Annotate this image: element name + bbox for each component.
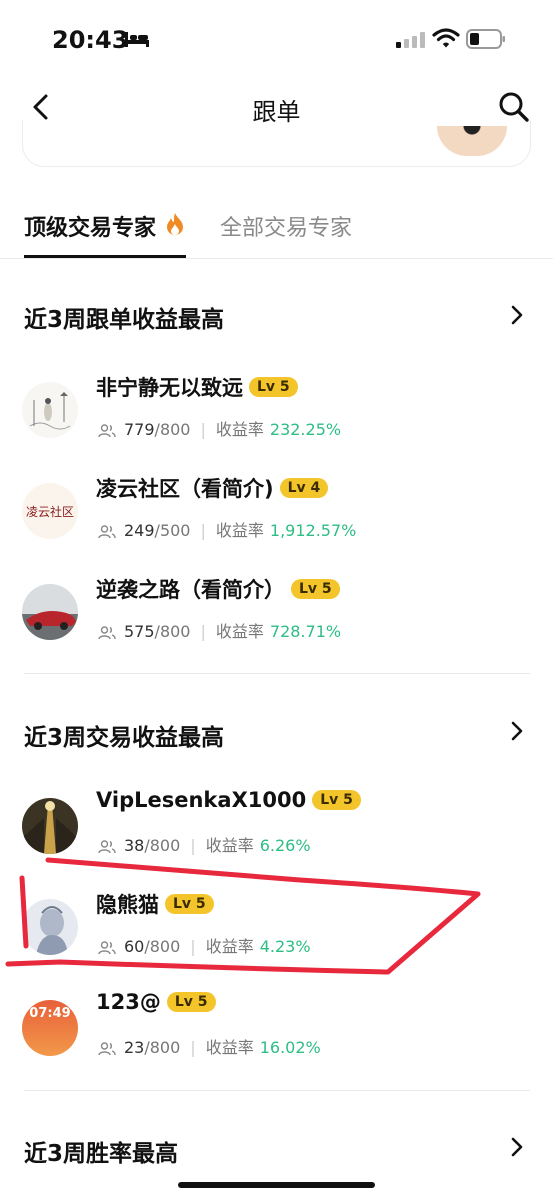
followers-icon: [98, 524, 116, 538]
trader-name: 凌云社区（看简介): [96, 477, 274, 501]
trader-stats: 38/800 | 收益率 6.26%: [98, 832, 311, 856]
section-title-win-rate[interactable]: 近3周胜率最高: [24, 1134, 178, 1168]
trader-stats: 23/800 | 收益率 16.02%: [98, 1034, 321, 1058]
level-badge: Lv 5: [166, 992, 216, 1012]
level-badge: Lv 5: [249, 377, 298, 397]
tab-all-experts[interactable]: 全部交易专家: [220, 210, 352, 242]
level-badge: Lv 5: [291, 579, 340, 599]
wifi-icon: [432, 28, 460, 48]
avatar: [22, 899, 78, 955]
return-rate: 232.25%: [269, 420, 342, 439]
avatar: [22, 584, 78, 640]
avatar: [22, 798, 78, 854]
return-rate: 728.71%: [269, 622, 342, 641]
return-rate: 16.02%: [259, 1038, 321, 1057]
section-divider: [24, 673, 530, 674]
trader-name: VipLesenkaX1000: [96, 788, 307, 812]
active-tab-indicator: [24, 255, 186, 258]
list-item[interactable]: 隐熊猫 Lv 5 60/800 | 收益率 4.23%: [0, 885, 553, 975]
chevron-right-icon[interactable]: [509, 1136, 525, 1158]
tab-top-experts[interactable]: 顶级交易专家: [24, 210, 156, 242]
trader-name: 123@: [96, 990, 161, 1014]
list-item[interactable]: VipLesenkaX1000 Lv 5 38/800 | 收益率 6.26%: [0, 784, 553, 874]
list-item[interactable]: 非宁静无以致远 Lv 5 779/800 | 收益率 232.25%: [0, 368, 553, 458]
trader-name: 隐熊猫: [96, 893, 159, 917]
expert-tabs: 顶级交易专家 全部交易专家: [0, 200, 553, 259]
avatar: 凌云社区: [22, 483, 78, 539]
list-item[interactable]: 凌云社区 凌云社区（看简介) Lv 4 249/500 | 收益率 1,912.57%: [0, 469, 553, 559]
sleep-focus-icon: [125, 32, 149, 47]
search-icon[interactable]: [497, 90, 531, 124]
return-rate: 6.26%: [259, 836, 311, 855]
status-bar: 20:43: [0, 0, 553, 80]
nav-header: 跟单: [0, 80, 553, 138]
section-title-copy-returns[interactable]: 近3周跟单收益最高: [24, 300, 224, 334]
trader-stats: 249/500 | 收益率 1,912.57%: [98, 517, 356, 541]
trader-name: 逆袭之路（看简介）: [96, 578, 285, 602]
trader-stats: 779/800 | 收益率 232.25%: [98, 416, 341, 440]
home-indicator[interactable]: [178, 1182, 375, 1188]
status-time: 20:43: [52, 26, 129, 54]
trader-name: 非宁静无以致远: [96, 376, 243, 400]
level-badge: Lv 5: [312, 790, 361, 810]
section-title-trading-returns[interactable]: 近3周交易收益最高: [24, 718, 224, 752]
level-badge: Lv 4: [279, 478, 329, 498]
avatar: [22, 382, 78, 438]
section-divider: [24, 1090, 530, 1091]
trader-stats: 60/800 | 收益率 4.23%: [98, 933, 311, 957]
list-item[interactable]: 07:49 123@ Lv 5 23/800 | 收益率 16.02%: [0, 986, 553, 1076]
avatar: 07:49: [22, 1000, 78, 1056]
cellular-signal-icon: [396, 32, 425, 48]
level-badge: Lv 5: [165, 894, 214, 914]
battery-icon: [466, 29, 505, 49]
followers-icon: [98, 839, 116, 853]
chevron-right-icon[interactable]: [509, 304, 525, 326]
trader-stats: 575/800 | 收益率 728.71%: [98, 618, 341, 642]
fire-icon: [167, 213, 183, 235]
return-rate: 4.23%: [259, 937, 311, 956]
followers-icon: [98, 940, 116, 954]
list-item[interactable]: 逆袭之路（看简介） Lv 5 575/800 | 收益率 728.71%: [0, 570, 553, 660]
followers-icon: [98, 1041, 116, 1055]
followers-icon: [98, 423, 116, 437]
chevron-right-icon[interactable]: [509, 720, 525, 742]
followers-icon: [98, 625, 116, 639]
return-rate: 1,912.57%: [269, 521, 357, 540]
page-title: 跟单: [252, 98, 301, 126]
